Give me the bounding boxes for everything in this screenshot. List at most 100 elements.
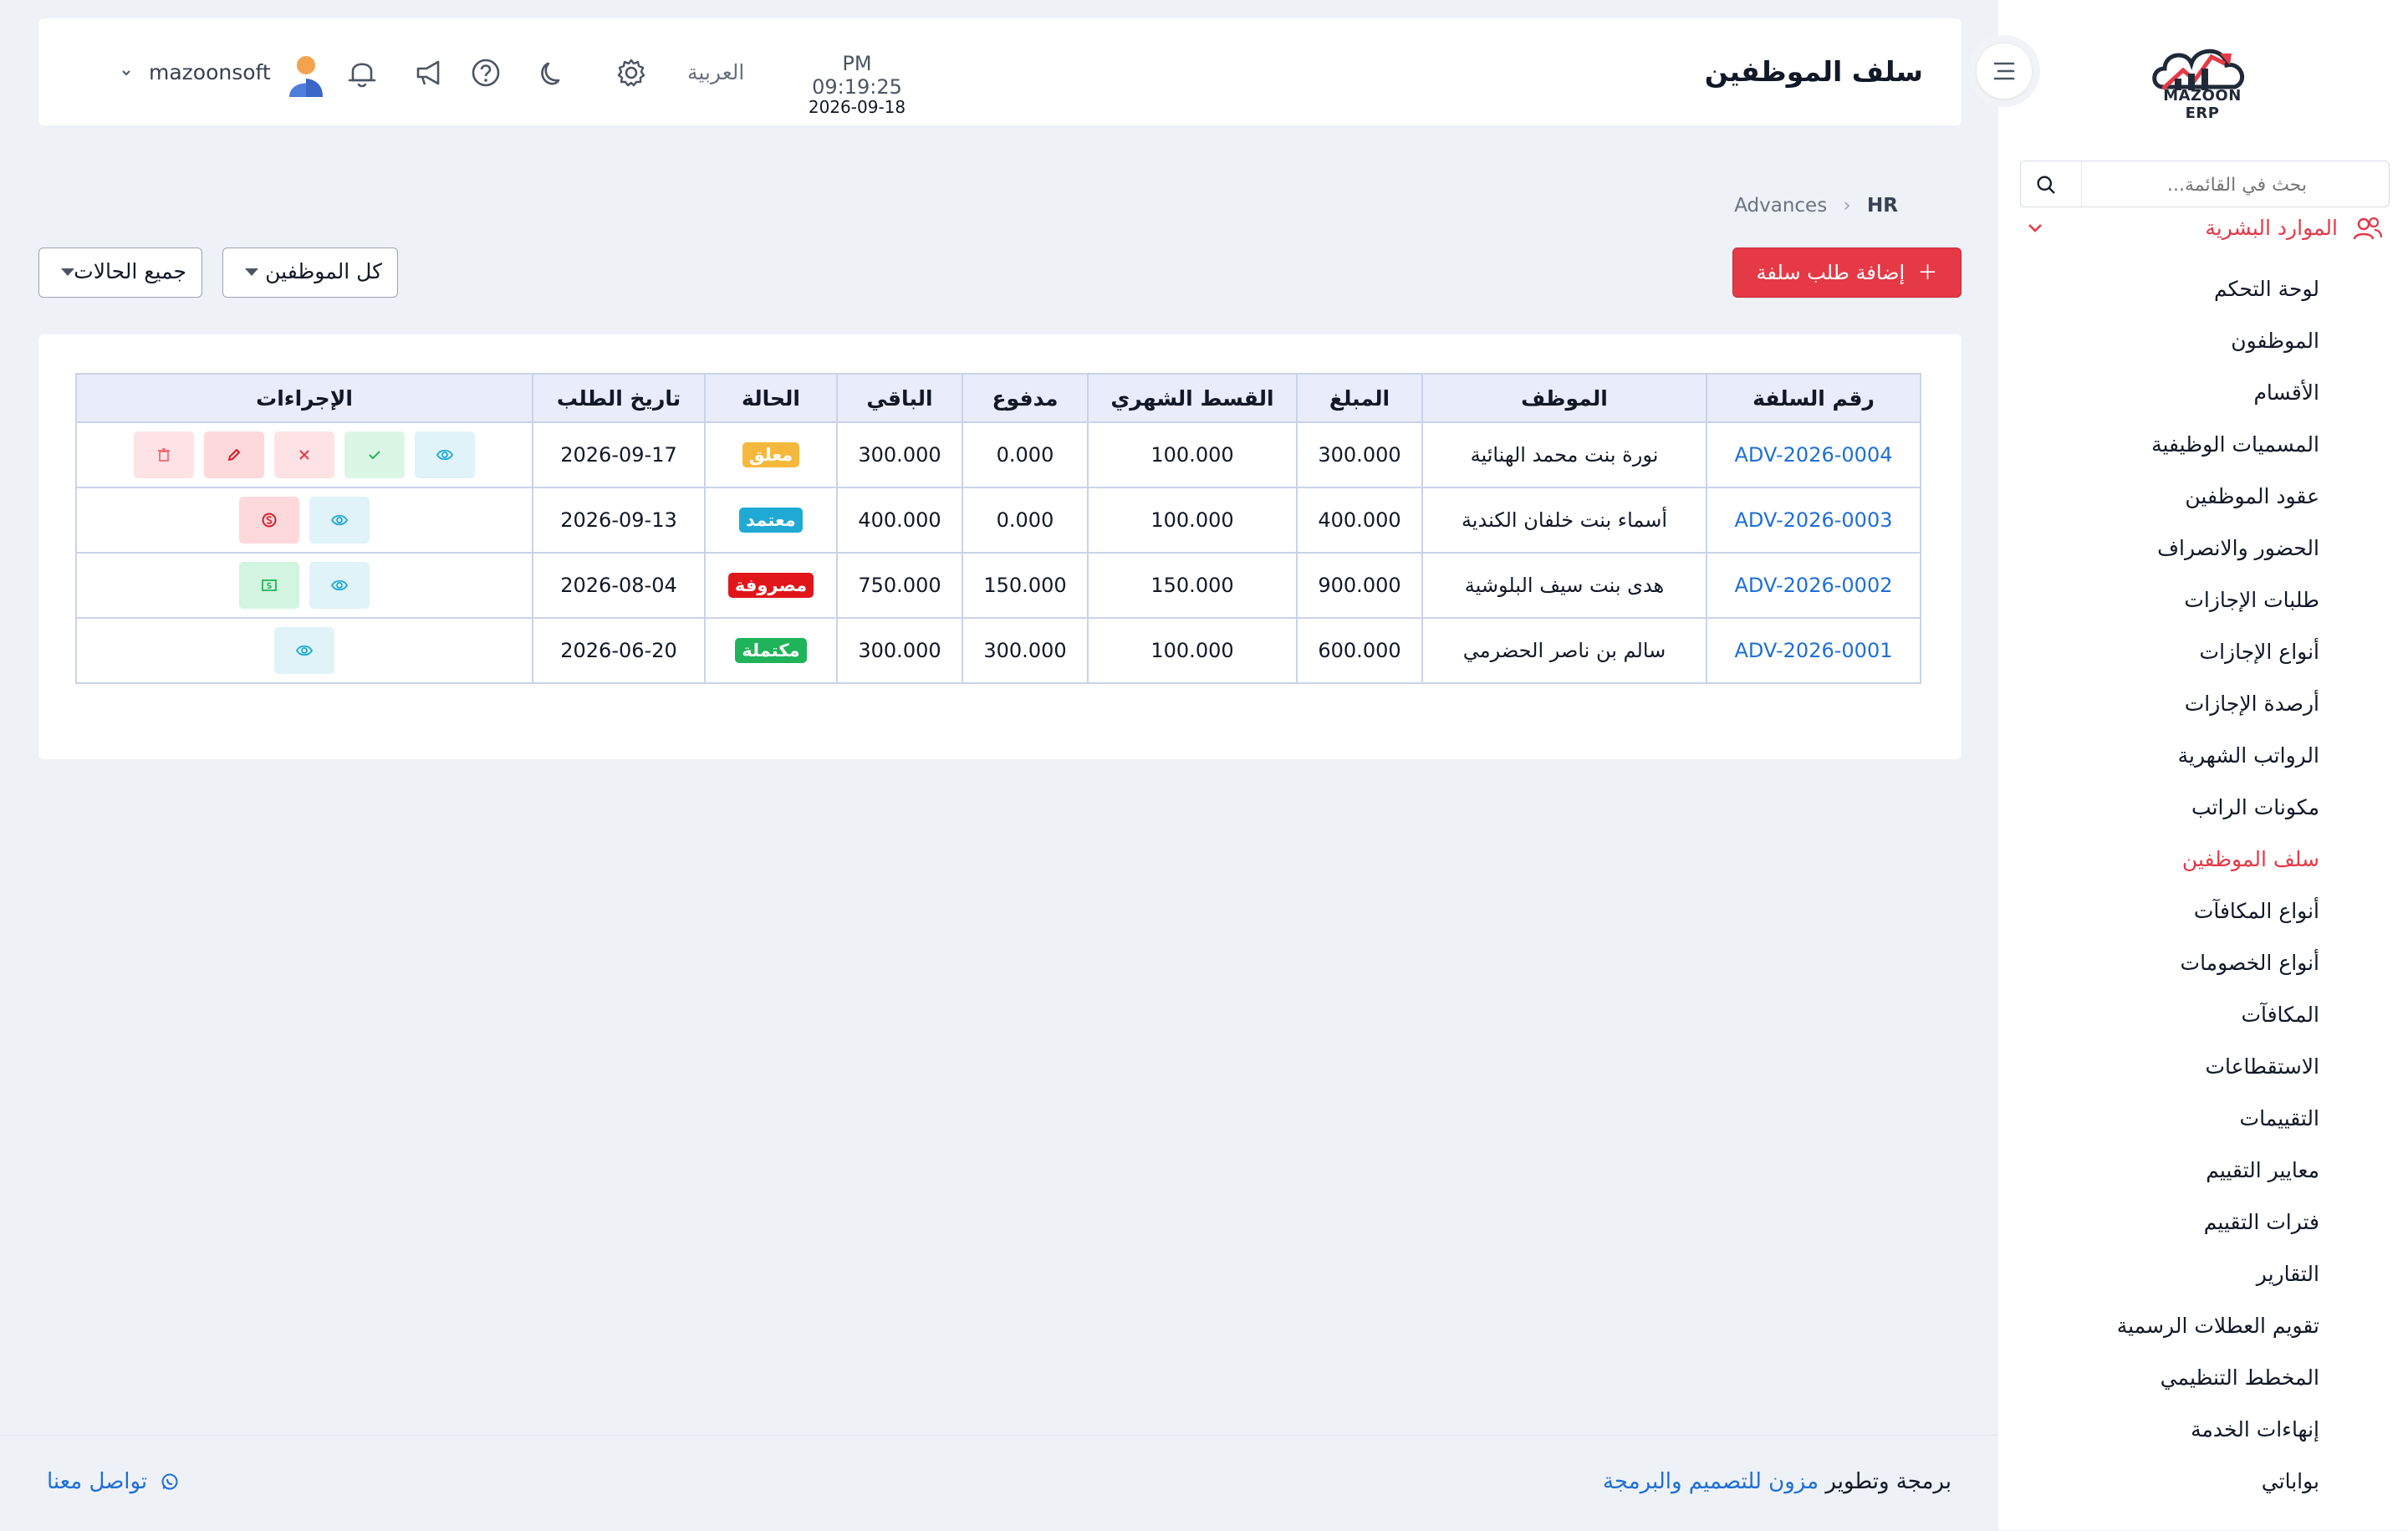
sidebar-item[interactable]: أنواع الإجازات [1998,632,2408,684]
sidebar-item[interactable]: طلبات الإجازات [1998,580,2408,632]
chevron-down-icon[interactable] [2025,217,2045,237]
view-button[interactable] [309,497,370,544]
sidebar-item[interactable]: الرواتب الشهرية [1998,736,2408,788]
help-icon[interactable] [468,55,503,90]
employee-filter[interactable]: كل الموظفين [222,248,398,298]
col-amount[interactable]: المبلغ [1296,373,1423,423]
col-installment[interactable]: القسط الشهري [1087,373,1298,423]
footer-credit-prefix: برمجة وتطوير [1825,1469,1951,1494]
sidebar-item[interactable]: الموظفون [1998,321,2408,373]
advances-card: رقم السلفة الموظف المبلغ القسط الشهري مد… [38,334,1962,759]
cell-status: معلق [704,421,838,488]
contact-link[interactable]: تواصل معنا [47,1469,179,1494]
view-button[interactable] [309,562,370,609]
sidebar-item[interactable]: مكونات الراتب [1998,788,2408,839]
close-icon [298,450,309,460]
col-status[interactable]: الحالة [704,373,838,423]
sidebar-item[interactable]: معايير التقييم [1998,1151,2408,1202]
sidebar-item[interactable]: التقييمات [1998,1099,2408,1151]
sidebar-search-input[interactable] [2038,168,2309,202]
search-divider [2081,161,2082,207]
cash-icon [261,579,277,591]
col-remaining[interactable]: الباقي [836,373,963,423]
cell-id[interactable]: ADV-2026-0004 [1706,421,1921,488]
status-badge: معلق [742,442,800,467]
cell-id[interactable]: ADV-2026-0003 [1706,487,1921,554]
col-employee[interactable]: الموظف [1421,373,1707,423]
language-switch[interactable]: العربية [687,60,744,84]
cell-id[interactable]: ADV-2026-0002 [1706,552,1921,619]
advances-table: رقم السلفة الموظف المبلغ القسط الشهري مد… [75,373,1921,684]
sidebar-item[interactable]: المخطط التنظيمي [1998,1358,2408,1410]
sidebar-group-hr[interactable]: الموارد البشرية [2015,212,2383,249]
moon-icon[interactable] [535,55,570,90]
footer-brand-link[interactable]: مزون للتصميم والبرمجة [1603,1469,1819,1494]
view-button[interactable] [273,627,334,674]
footer-credit: برمجة وتطوير مزون للتصميم والبرمجة [1603,1469,1951,1494]
cell-remaining: 300.000 [836,421,963,488]
col-date[interactable]: تاريخ الطلب [532,373,706,423]
sidebar-item[interactable]: لوحة التحكم [1998,269,2408,321]
whatsapp-icon [161,1473,178,1490]
sidebar-item[interactable]: أرصدة الإجازات [1998,684,2408,736]
gear-icon[interactable] [614,55,649,90]
sidebar-item[interactable]: أنواع الخصومات [1998,943,2408,995]
cell-amount: 300.000 [1296,421,1423,488]
sidebar-item[interactable]: الاستقطاعات [1998,1047,2408,1099]
view-button[interactable] [414,431,475,478]
sidebar-search [2020,161,2390,207]
cell-id[interactable]: ADV-2026-0001 [1706,617,1921,684]
col-paid[interactable]: مدفوع [962,373,1089,423]
employee-filter-value: كل الموظفين [265,259,382,283]
megaphone-icon[interactable] [411,55,446,90]
sidebar-item[interactable]: سلف الموظفين [1998,839,2408,891]
table-row: ADV-2026-0004 نورة بنت محمد الهنائية 300.0… [75,421,1921,488]
cell-date: 2026-09-17 [532,421,706,488]
cell-employee: نورة بنت محمد الهنائية [1421,421,1707,488]
contact-label: تواصل معنا [47,1469,148,1494]
cell-paid: 150.000 [962,552,1089,619]
sidebar-item[interactable]: إنهاءات الخدمة [1998,1410,2408,1462]
add-advance-button[interactable]: ＋ إضافة طلب سلفة [1732,248,1962,298]
approve-button[interactable] [344,431,405,478]
cell-remaining: 300.000 [836,617,963,684]
sidebar-item[interactable]: المسميات الوظيفية [1998,425,2408,477]
cell-status: مكتملة [704,617,838,684]
sidebar-item[interactable]: فترات التقييم [1998,1202,2408,1254]
sidebar-item[interactable]: التقارير [1998,1254,2408,1306]
sidebar-toggle[interactable] [1968,35,2040,107]
chevron-right-icon: › [1843,195,1851,217]
sidebar-item[interactable]: أنواع المكافآت [1998,891,2408,943]
cell-employee: هدى بنت سيف البلوشية [1421,552,1707,619]
breadcrumb-root[interactable]: HR [1867,195,1898,217]
sidebar-item[interactable]: الحضور والانصراف [1998,528,2408,580]
col-actions: الإجراءات [75,373,533,423]
sidebar-group-label: الموارد البشرية [2205,216,2338,240]
search-icon[interactable] [2034,173,2058,196]
sidebar-item[interactable]: المكافآت [1998,995,2408,1047]
sidebar-item[interactable]: عقود الموظفين [1998,477,2408,528]
cash-button[interactable] [238,562,299,609]
status-filter[interactable]: جميع الحالات [38,248,202,298]
username: mazoonsoft [149,60,271,84]
cell-actions [75,421,533,488]
sidebar-item[interactable]: تقويم العطلات الرسمية [1998,1306,2408,1358]
col-id[interactable]: رقم السلفة [1706,373,1921,423]
sidebar-item[interactable]: بواباتي [1998,1462,2408,1513]
sidebar-item[interactable]: الأقسام [1998,373,2408,425]
bell-icon[interactable] [344,55,380,90]
eye-icon [330,579,348,591]
status-badge: معتمد [739,508,803,533]
footer: برمجة وتطوير مزون للتصميم والبرمجة تواصل… [0,1435,1998,1531]
eye-icon [295,645,313,656]
reject-button[interactable] [273,431,334,478]
users-icon [2353,217,2383,240]
sidebar: MAZOON ERP الموارد البشرية لوحة التحكمال… [1998,0,2408,1530]
cell-paid: 0.000 [962,421,1089,488]
breadcrumb: Advances › HR [1734,195,1898,217]
edit-button[interactable] [203,431,264,478]
pay-button[interactable] [238,497,299,544]
coin-icon [262,513,276,528]
delete-button[interactable] [133,431,194,478]
clock: PM 09:19:25 2026-09-18 [794,52,920,117]
